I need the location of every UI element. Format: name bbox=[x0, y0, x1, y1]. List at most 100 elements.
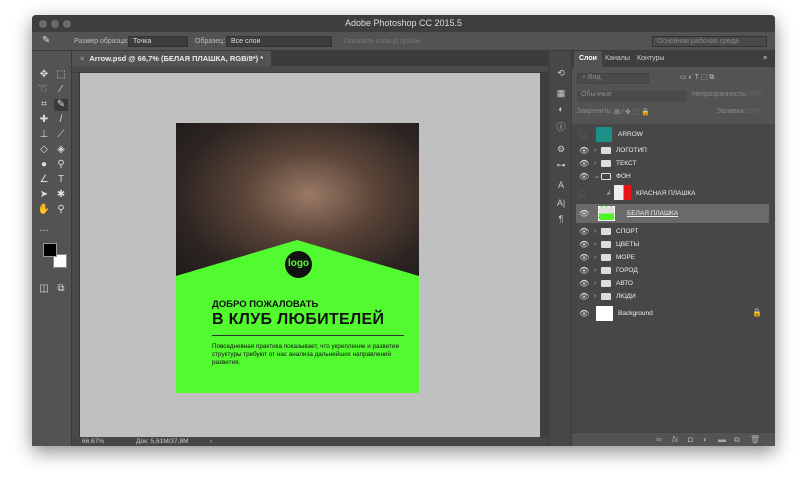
character-styles-icon[interactable]: A| bbox=[555, 197, 567, 209]
dodge-tool-icon[interactable]: ⚲ bbox=[54, 159, 68, 171]
eye-icon[interactable]: 👁 bbox=[579, 157, 589, 170]
shape-tool-icon[interactable]: ✱ bbox=[54, 189, 68, 201]
layer-fon[interactable]: 👁 ⌄ ФОН bbox=[576, 170, 769, 183]
info-icon[interactable]: ⓘ bbox=[555, 121, 567, 133]
zoom-button[interactable] bbox=[63, 20, 71, 28]
layer-avto[interactable]: 👁 › АВТО bbox=[576, 277, 769, 290]
minimize-button[interactable] bbox=[51, 20, 59, 28]
quick-mask-icon[interactable]: ◫ bbox=[37, 283, 51, 295]
eyedropper-tool-icon[interactable]: ✎ bbox=[54, 99, 68, 111]
layer-lyudi[interactable]: 👁 › ЛЮДИ bbox=[576, 290, 769, 303]
close-button[interactable] bbox=[39, 20, 47, 28]
chevron-right-icon[interactable]: › bbox=[594, 290, 596, 303]
chevron-right-icon[interactable]: › bbox=[594, 238, 596, 251]
history-brush-icon[interactable]: ⟋ bbox=[54, 129, 68, 141]
visibility-toggle[interactable]: ▢ bbox=[579, 183, 587, 204]
document-tab[interactable]: × Arrow.psd @ 66,7% (БЕЛАЯ ПЛАШКА, RGB/8*… bbox=[72, 51, 272, 66]
layer-krasnaya-plashka[interactable]: ▢ ↲ КРАСНАЯ ПЛАШКА bbox=[576, 183, 769, 204]
stamp-tool-icon[interactable]: ⊥ bbox=[37, 129, 51, 141]
hand-tool-icon[interactable]: ✋ bbox=[37, 204, 51, 216]
blur-tool-icon[interactable]: ● bbox=[37, 159, 51, 171]
panel-menu-icon[interactable]: ≡ bbox=[758, 51, 772, 67]
chevron-down-icon[interactable]: ⌄ bbox=[594, 170, 600, 183]
layer-sport[interactable]: 👁 › СПОРТ bbox=[576, 225, 769, 238]
layer-belaya-plashka[interactable]: 👁 БЕЛАЯ ПЛАШКА bbox=[576, 204, 769, 224]
eye-icon[interactable]: 👁 bbox=[579, 144, 589, 157]
chevron-right-icon[interactable]: › bbox=[594, 157, 596, 170]
layer-logotip[interactable]: 👁 › ЛОГОТИП bbox=[576, 144, 769, 157]
brush-tool-icon[interactable]: / bbox=[54, 114, 68, 126]
character-icon[interactable]: A bbox=[555, 179, 567, 191]
paint-bucket-icon[interactable]: ◈ bbox=[54, 144, 68, 156]
filter-kind-select[interactable]: ⌕ Вид bbox=[577, 73, 649, 84]
eraser-tool-icon[interactable]: ◇ bbox=[37, 144, 51, 156]
paragraph-icon[interactable]: ¶ bbox=[555, 213, 567, 225]
more-tools-icon[interactable]: … bbox=[37, 223, 51, 235]
lasso-tool-icon[interactable]: ➰ bbox=[37, 84, 51, 96]
layer-background[interactable]: 👁 Background 🔒 bbox=[576, 303, 769, 325]
eye-icon[interactable]: 👁 bbox=[579, 225, 589, 238]
eye-icon[interactable]: 👁 bbox=[579, 264, 589, 277]
chevron-right-icon[interactable]: › bbox=[594, 251, 596, 264]
new-group-icon[interactable]: ▬ bbox=[718, 435, 726, 444]
visibility-toggle[interactable]: ▢ bbox=[579, 126, 587, 144]
new-layer-icon[interactable]: ⧉ bbox=[734, 435, 740, 445]
layer-gorod[interactable]: 👁 › ГОРОД bbox=[576, 264, 769, 277]
history-icon[interactable]: ⟲ bbox=[555, 67, 567, 79]
path-selection-icon[interactable]: ➤ bbox=[37, 189, 51, 201]
fill-value[interactable]: 100% bbox=[744, 108, 762, 115]
lock-icons[interactable]: ⊞ ⁄ ✥ ⬚ 🔒 bbox=[614, 108, 650, 116]
eye-icon[interactable]: 👁 bbox=[579, 170, 589, 183]
chevron-right-icon[interactable]: › bbox=[594, 277, 596, 290]
move-tool-icon[interactable]: ✥ bbox=[37, 69, 51, 81]
brush-presets-icon[interactable]: ⊶ bbox=[555, 159, 567, 171]
tab-layers[interactable]: Слои bbox=[574, 51, 602, 67]
tab-paths[interactable]: Контуры bbox=[632, 51, 669, 67]
canvas-area[interactable]: logo ДОБРО ПОЖАЛОВАТЬ В КЛУБ ЛЮБИТЕЛЕЙ П… bbox=[80, 73, 540, 437]
layer-arrow[interactable]: ▢ ARROW bbox=[576, 126, 769, 144]
eye-icon[interactable]: 👁 bbox=[579, 238, 589, 251]
trash-icon[interactable]: 🗑 bbox=[750, 435, 760, 444]
eye-icon[interactable]: 👁 bbox=[579, 204, 589, 224]
crop-tool-icon[interactable]: ⌗ bbox=[37, 99, 51, 111]
eye-icon[interactable]: 👁 bbox=[579, 290, 589, 303]
status-menu-arrow-icon[interactable]: › bbox=[210, 438, 212, 445]
fx-icon[interactable]: fx bbox=[672, 435, 678, 444]
layer-tsvety[interactable]: 👁 › ЦВЕТЫ bbox=[576, 238, 769, 251]
add-mask-icon[interactable]: ◘ bbox=[688, 435, 693, 444]
eye-icon[interactable]: 👁 bbox=[579, 251, 589, 264]
eye-icon[interactable]: 👁 bbox=[579, 277, 589, 290]
link-layers-icon[interactable]: ∞ bbox=[656, 435, 662, 444]
pen-tool-icon[interactable]: ∠ bbox=[37, 174, 51, 186]
swatches-icon[interactable]: ▦ bbox=[555, 87, 567, 99]
close-tab-icon[interactable]: × bbox=[80, 54, 84, 63]
filter-type-icons[interactable]: ▭ ◐ T ⬚ ⧉ bbox=[680, 73, 714, 82]
sample-size-select[interactable]: Точка bbox=[128, 36, 188, 47]
vertical-scrollbar[interactable] bbox=[540, 73, 548, 437]
properties-icon[interactable]: ⚙ bbox=[555, 143, 567, 155]
chevron-right-icon[interactable]: › bbox=[594, 225, 596, 238]
adjustments-icon[interactable]: ◐ bbox=[555, 103, 567, 115]
tab-channels[interactable]: Каналы bbox=[600, 51, 635, 67]
eye-icon[interactable]: 👁 bbox=[579, 303, 589, 325]
chevron-right-icon[interactable]: › bbox=[594, 144, 596, 157]
foreground-color-swatch[interactable] bbox=[43, 243, 57, 257]
magic-wand-icon[interactable]: ⁄ bbox=[54, 84, 68, 96]
zoom-level[interactable]: 66,67% bbox=[82, 438, 104, 445]
eyedropper-icon[interactable]: ✎ bbox=[42, 35, 50, 46]
workspace-select[interactable]: Основная рабочая среда bbox=[652, 36, 767, 47]
blend-mode-select[interactable]: Обычные bbox=[577, 91, 687, 102]
chevron-right-icon[interactable]: › bbox=[594, 264, 596, 277]
zoom-tool-icon[interactable]: ⚲ bbox=[54, 204, 68, 216]
screen-mode-icon[interactable]: ⧉ bbox=[54, 283, 68, 295]
marquee-tool-icon[interactable]: ⬚ bbox=[54, 69, 68, 81]
adjustment-layer-icon[interactable]: ◐ bbox=[703, 435, 708, 444]
healing-brush-icon[interactable]: ✚ bbox=[37, 114, 51, 126]
layer-tekst[interactable]: 👁 › ТЕКСТ bbox=[576, 157, 769, 170]
document-canvas[interactable]: logo ДОБРО ПОЖАЛОВАТЬ В КЛУБ ЛЮБИТЕЛЕЙ П… bbox=[176, 123, 419, 393]
sample-select[interactable]: Все слои bbox=[226, 36, 332, 47]
opacity-value[interactable]: 100% bbox=[744, 91, 762, 98]
layer-more[interactable]: 👁 › МОРЕ bbox=[576, 251, 769, 264]
type-tool-icon[interactable]: T bbox=[54, 174, 68, 186]
show-ring-checkbox[interactable]: Показать кольцо пробы bbox=[344, 38, 421, 45]
